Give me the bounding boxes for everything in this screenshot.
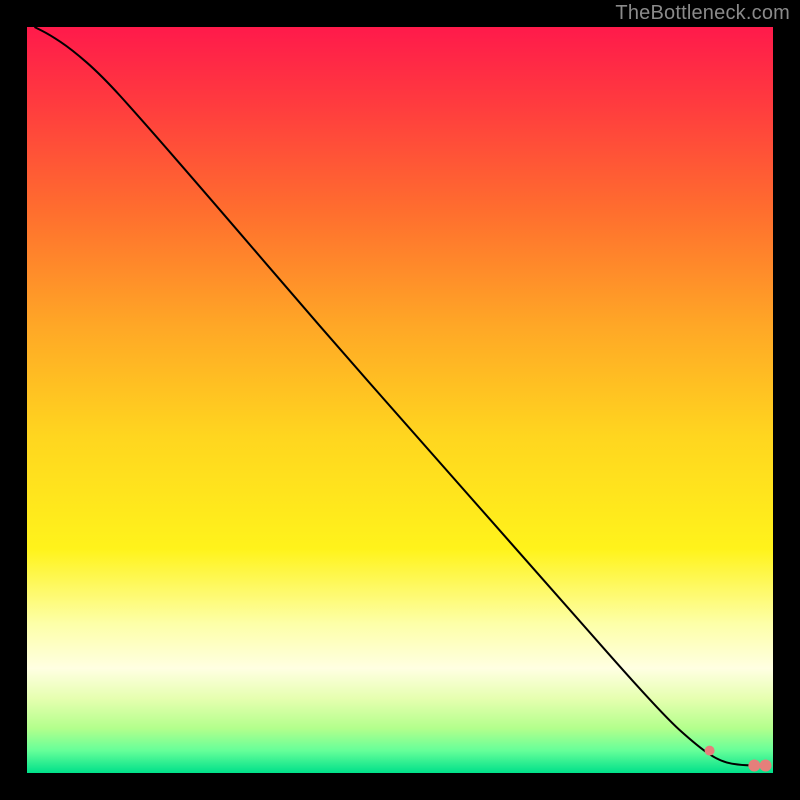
- marker-point: [748, 760, 760, 772]
- gradient-background: [27, 27, 773, 773]
- chart-stage: TheBottleneck.com: [0, 0, 800, 800]
- marker-point: [705, 746, 715, 756]
- watermark-text: TheBottleneck.com: [615, 2, 790, 25]
- marker-point: [760, 760, 772, 772]
- bottleneck-curve-chart: [0, 0, 800, 800]
